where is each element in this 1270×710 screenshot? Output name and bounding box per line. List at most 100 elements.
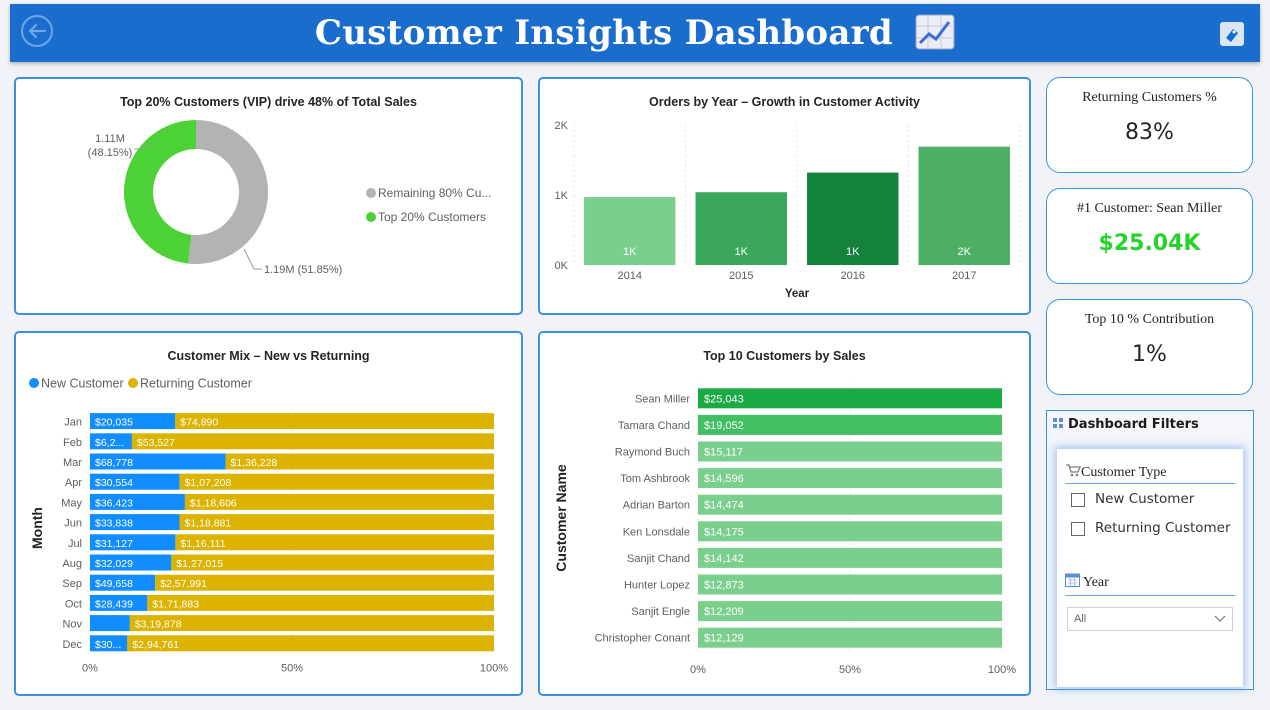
mix-label-new-Jul: $31,127 xyxy=(95,538,133,550)
customer-type-divider xyxy=(1065,483,1235,484)
kpi-top10-contribution-value: 1% xyxy=(1132,342,1167,367)
top10-category-4: Adrian Barton xyxy=(623,500,690,512)
mix-label-returning-Sep: $2,57,991 xyxy=(160,578,207,590)
kpi-top10-contribution: Top 10 % Contribution 1% xyxy=(1046,299,1253,395)
top10-category-5: Ken Lonsdale xyxy=(623,526,690,538)
mix-label-returning-Nov: $3,19,878 xyxy=(135,619,182,631)
top10-y-axis-title: Customer Name xyxy=(553,464,569,572)
year-dropdown[interactable]: All xyxy=(1067,607,1233,631)
year-divider xyxy=(1065,595,1235,596)
kpi-returning-customers-value: 83% xyxy=(1125,120,1174,145)
orders-xtick-2017: 2017 xyxy=(952,270,976,282)
mix-category-Sep: Sep xyxy=(62,578,82,590)
grid-icon xyxy=(1053,418,1063,428)
mix-label-new-Jun: $33,838 xyxy=(95,518,133,530)
dashboard-filters-panel: Dashboard Filters Customer Type New Cust… xyxy=(1046,410,1254,690)
mix-legend-label-1: Returning Customer xyxy=(140,377,252,391)
mix-label-returning-Apr: $1,07,208 xyxy=(185,477,232,489)
mix-label-returning-Jun: $1,18,881 xyxy=(185,518,232,530)
orders-ytick-0: 0K xyxy=(555,260,569,272)
mix-category-Nov: Nov xyxy=(62,619,82,631)
filters-container: Customer Type New Customer Returning Cus… xyxy=(1057,449,1243,687)
mix-category-Mar: Mar xyxy=(63,457,82,469)
donut-leader-remaining xyxy=(243,248,262,270)
mix-category-Jul: Jul xyxy=(68,538,82,550)
mix-legend-marker-1 xyxy=(128,378,138,388)
mix-label-new-May: $36,423 xyxy=(95,497,133,509)
mix-label-returning-Jan: $74,890 xyxy=(180,417,218,429)
orders-xtick-2014: 2014 xyxy=(618,270,642,282)
returning-customer-checkbox[interactable] xyxy=(1071,522,1085,536)
mix-xtick-2: 100% xyxy=(480,662,508,674)
dashboard-filters-title: Dashboard Filters xyxy=(1068,417,1199,432)
mix-category-Jan: Jan xyxy=(64,417,82,429)
orders-by-year-chart: 0K 1K 2K 1K 2014 1K 2015 1K 2016 2K 2017 Year xyxy=(555,120,1021,300)
orders-x-axis-title: Year xyxy=(785,288,810,300)
orders-ytick-1: 1K xyxy=(555,190,569,202)
vip-sales-card: Top 20% Customers (VIP) drive 48% of Tot… xyxy=(14,77,523,315)
top10-category-0: Sean Miller xyxy=(635,393,690,405)
top10-category-8: Sanjit Engle xyxy=(631,606,690,618)
donut-label-top-value: 1.11M xyxy=(95,133,125,145)
vip-sales-donut-chart: 1.19M (51.85%) 1.11M (48.15%) Remaining 80%… xyxy=(88,120,491,276)
mix-xtick-0: 0% xyxy=(82,662,98,674)
page-title: Customer Insights Dashboard xyxy=(10,12,1260,54)
mix-xtick-1: 50% xyxy=(281,662,303,674)
orders-xtick-2015: 2015 xyxy=(729,270,753,282)
donut-legend-marker-1 xyxy=(366,212,376,222)
new-customer-checkbox[interactable] xyxy=(1071,493,1085,507)
donut-legend-marker-0 xyxy=(366,188,376,198)
kpi-top-customer: #1 Customer: Sean Miller $25.04K xyxy=(1046,188,1253,284)
top10-bar-label-5: $14,175 xyxy=(704,526,744,538)
kpi-returning-customers: Returning Customers % 83% xyxy=(1046,77,1253,173)
mix-bar-returning-Dec xyxy=(127,635,494,652)
kpi-top10-contribution-label: Top 10 % Contribution xyxy=(1084,312,1215,327)
top10-category-1: Tamara Chand xyxy=(618,420,690,432)
top10-bar-2 xyxy=(698,441,1002,462)
mix-label-new-Dec: $30... xyxy=(95,639,121,651)
mix-category-Apr: Apr xyxy=(65,477,82,489)
top10-customers-chart: Customer Name 0% 50% 100% Sean Miller $25,043… xyxy=(553,383,1016,676)
eraser-icon[interactable] xyxy=(1218,20,1246,48)
new-customer-option[interactable]: New Customer xyxy=(1095,491,1194,507)
kpi-top-customer-value: $25.04K xyxy=(1098,231,1201,256)
top10-category-6: Sanjit Chand xyxy=(627,553,690,565)
orders-bar-label-2016: 1K xyxy=(846,246,860,258)
mix-bar-returning-Nov xyxy=(129,615,495,632)
orders-bar-label-2015: 1K xyxy=(735,246,749,258)
orders-by-year-card: Orders by Year – Growth in Customer Acti… xyxy=(538,77,1031,315)
mix-bar-returning-Feb xyxy=(131,433,494,450)
mix-label-returning-May: $1,18,606 xyxy=(190,497,237,509)
mix-legend-marker-0 xyxy=(29,378,39,388)
top10-bar-label-9: $12,129 xyxy=(704,633,744,645)
returning-customer-option[interactable]: Returning Customer xyxy=(1095,520,1231,536)
mix-category-Dec: Dec xyxy=(62,639,82,651)
orders-ytick-2: 2K xyxy=(555,120,569,132)
year-dropdown-value: All xyxy=(1074,613,1087,625)
mix-label-new-Mar: $68,778 xyxy=(95,457,133,469)
mix-label-returning-Feb: $53,527 xyxy=(137,437,175,449)
mix-y-axis-title: Month xyxy=(29,507,45,549)
orders-bar-label-2017: 2K xyxy=(958,246,972,258)
mix-legend-label-0: New Customer xyxy=(41,377,124,391)
customer-mix-chart: New Customer Returning Customer Month 0% 50%… xyxy=(29,377,508,674)
mix-bar-returning-Jan xyxy=(175,413,494,430)
mix-bar-new-Nov xyxy=(90,615,130,632)
mix-label-returning-Oct: $1,71,883 xyxy=(152,598,199,610)
chevron-down-icon xyxy=(1214,615,1226,622)
customer-type-label: Customer Type xyxy=(1065,463,1166,481)
mix-label-new-Jan: $20,035 xyxy=(95,417,133,429)
top10-category-9: Christopher Conant xyxy=(595,633,690,645)
top10-category-2: Raymond Buch xyxy=(615,447,690,459)
top10-customers-card: Top 10 Customers by Sales Customer Name 0… xyxy=(538,331,1031,696)
top10-bar-label-3: $14,596 xyxy=(704,473,744,485)
kpi-top-customer-label: #1 Customer: Sean Miller xyxy=(1076,201,1223,216)
donut-slice-0 xyxy=(188,120,268,264)
mix-label-returning-Dec: $2,94,761 xyxy=(132,639,179,651)
page-title-text: Customer Insights Dashboard xyxy=(314,13,894,53)
donut-legend-label-1: Top 20% Customers xyxy=(378,210,486,224)
dashboard-filters-heading: Dashboard Filters xyxy=(1053,417,1199,432)
mix-category-Feb: Feb xyxy=(63,437,82,449)
mix-category-Aug: Aug xyxy=(62,558,82,570)
mix-category-May: May xyxy=(61,497,82,509)
